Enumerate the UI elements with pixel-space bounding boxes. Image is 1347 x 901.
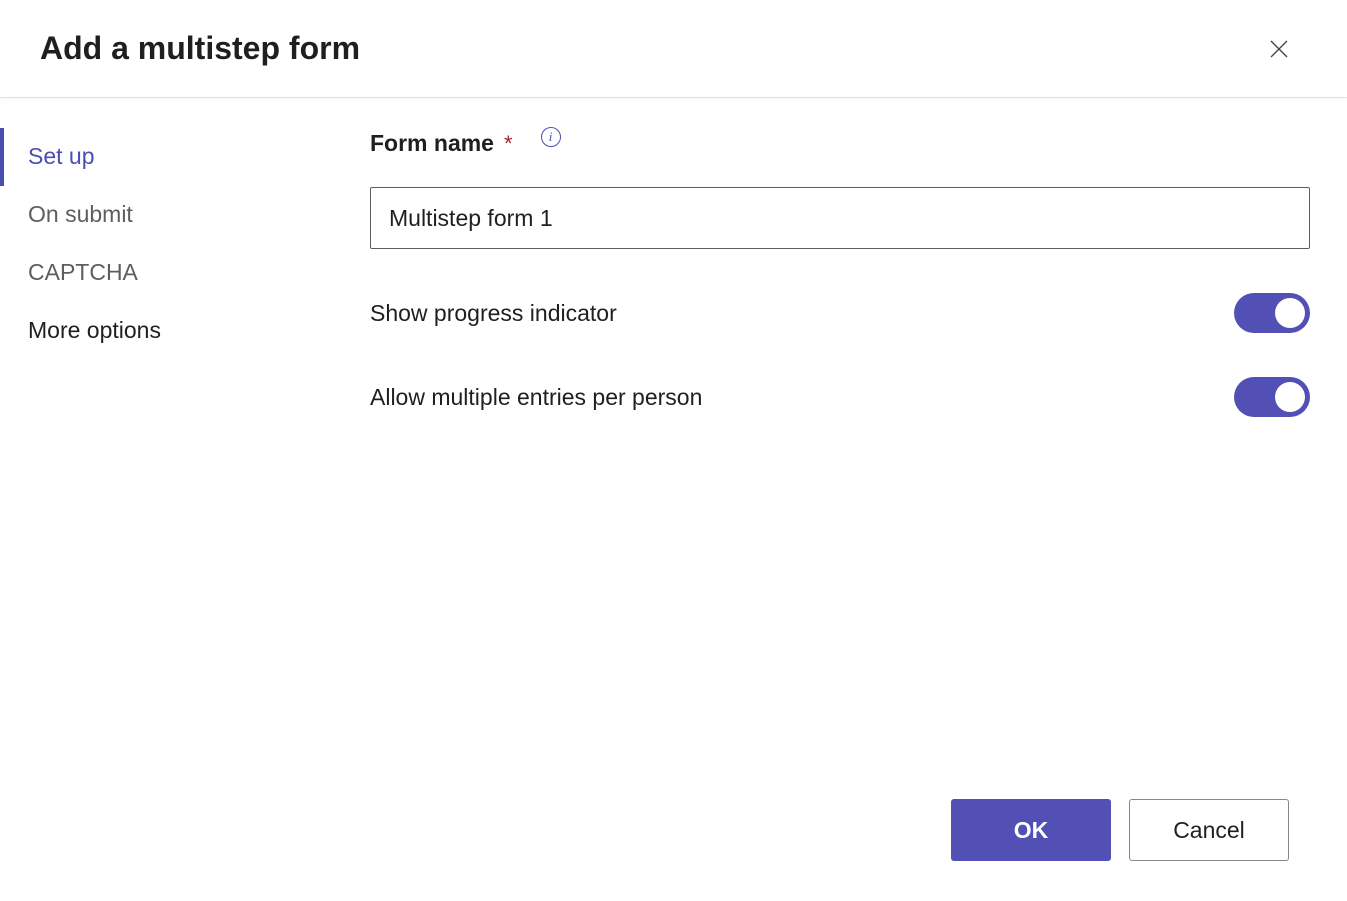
required-indicator: * — [504, 131, 513, 157]
form-name-label: Form name — [370, 130, 494, 157]
info-icon[interactable]: i — [541, 127, 561, 147]
allow-multiple-toggle[interactable] — [1234, 377, 1310, 417]
sidebar-item-label: CAPTCHA — [28, 259, 138, 285]
show-progress-row: Show progress indicator — [370, 293, 1310, 333]
dialog-header: Add a multistep form — [0, 0, 1347, 98]
cancel-button[interactable]: Cancel — [1129, 799, 1289, 861]
sidebar-item-on-submit[interactable]: On submit — [0, 186, 310, 244]
sidebar-item-more-options[interactable]: More options — [0, 302, 310, 360]
dialog-title: Add a multistep form — [40, 30, 360, 67]
close-button[interactable] — [1261, 31, 1297, 67]
ok-button[interactable]: OK — [951, 799, 1111, 861]
show-progress-label: Show progress indicator — [370, 300, 617, 327]
show-progress-toggle[interactable] — [1234, 293, 1310, 333]
sidebar-item-label: On submit — [28, 201, 133, 227]
sidebar-item-captcha[interactable]: CAPTCHA — [0, 244, 310, 302]
toggle-knob — [1275, 382, 1305, 412]
add-multistep-form-dialog: Add a multistep form Set up On submit CA… — [0, 0, 1347, 901]
allow-multiple-row: Allow multiple entries per person — [370, 377, 1310, 417]
dialog-footer: OK Cancel — [0, 799, 1347, 901]
dialog-body: Set up On submit CAPTCHA More options Fo… — [0, 98, 1347, 799]
toggle-knob — [1275, 298, 1305, 328]
close-icon — [1267, 37, 1291, 61]
sidebar-item-label: More options — [28, 317, 161, 343]
allow-multiple-label: Allow multiple entries per person — [370, 384, 702, 411]
form-name-label-row: Form name * i — [370, 130, 1317, 157]
form-name-input[interactable] — [370, 187, 1310, 249]
settings-main-panel: Form name * i Show progress indicator Al… — [310, 128, 1347, 799]
settings-sidebar: Set up On submit CAPTCHA More options — [0, 128, 310, 799]
sidebar-item-set-up[interactable]: Set up — [0, 128, 310, 186]
sidebar-item-label: Set up — [28, 143, 95, 169]
